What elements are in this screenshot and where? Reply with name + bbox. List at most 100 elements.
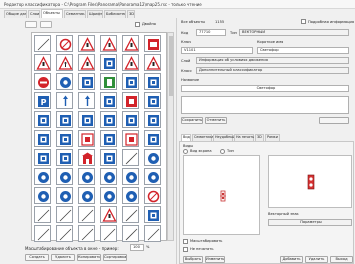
object-cell[interactable] xyxy=(56,187,73,204)
create-button[interactable]: Создать xyxy=(25,254,49,261)
object-cell[interactable] xyxy=(34,187,51,204)
object-cell[interactable] xyxy=(78,225,95,242)
subtab-frames[interactable]: Рамки xyxy=(265,134,280,141)
double-checkbox[interactable] xyxy=(135,22,140,27)
object-cell[interactable] xyxy=(122,92,139,109)
object-cell[interactable] xyxy=(122,35,139,52)
object-cell[interactable] xyxy=(56,111,73,128)
object-cell[interactable] xyxy=(122,225,139,242)
tab-layers[interactable]: Слои xyxy=(28,10,40,18)
object-cell[interactable] xyxy=(56,54,73,71)
tab-semantics[interactable]: Семантика xyxy=(64,10,86,18)
object-cell[interactable] xyxy=(100,73,117,90)
object-cell[interactable] xyxy=(78,92,95,109)
object-cell[interactable] xyxy=(100,187,117,204)
object-cell[interactable] xyxy=(56,92,73,109)
grid-scrollbar[interactable] xyxy=(167,32,174,241)
subtab-semantics[interactable]: Семантика xyxy=(192,134,214,141)
object-cell[interactable] xyxy=(122,206,139,223)
exit-button[interactable]: Выход xyxy=(330,256,353,263)
short-name-field[interactable]: Светофор xyxy=(257,47,349,54)
vector-params-field[interactable]: Параметры xyxy=(268,219,352,226)
object-cell[interactable] xyxy=(78,73,95,90)
object-cell[interactable] xyxy=(56,225,73,242)
delete-button[interactable]: Удалить xyxy=(51,254,75,261)
object-cell[interactable] xyxy=(78,149,95,166)
object-cell[interactable] xyxy=(34,206,51,223)
object-cell[interactable] xyxy=(56,168,73,185)
scale-checkbox[interactable] xyxy=(183,239,188,244)
object-cell[interactable] xyxy=(144,92,161,109)
scrollbar-thumb[interactable] xyxy=(169,36,173,96)
code-field[interactable]: 77710 xyxy=(196,29,226,36)
object-cell[interactable] xyxy=(144,187,161,204)
tab-libraries[interactable]: Библиотеки xyxy=(104,10,126,18)
object-cell[interactable] xyxy=(122,187,139,204)
object-cell[interactable] xyxy=(144,54,161,71)
object-cell[interactable] xyxy=(78,206,95,223)
link-extra-button[interactable] xyxy=(319,117,349,124)
object-cell[interactable] xyxy=(100,149,117,166)
toolbar-button-1[interactable] xyxy=(25,21,37,28)
object-cell[interactable] xyxy=(100,35,117,52)
type-radio[interactable] xyxy=(220,149,225,154)
edit-button[interactable]: Изменить xyxy=(205,256,225,263)
object-cell[interactable] xyxy=(122,73,139,90)
cancel-link-button[interactable]: Отменить xyxy=(205,117,227,124)
object-cell[interactable] xyxy=(56,35,73,52)
object-cell[interactable] xyxy=(100,54,117,71)
full-name-field[interactable]: Светофор xyxy=(181,85,349,92)
object-cell[interactable] xyxy=(34,54,51,71)
object-cell[interactable] xyxy=(78,111,95,128)
object-cell[interactable] xyxy=(100,168,117,185)
object-cell[interactable] xyxy=(34,130,51,147)
toolbar-button-2[interactable] xyxy=(40,21,52,28)
object-cell[interactable] xyxy=(100,130,117,147)
object-cell[interactable] xyxy=(100,206,117,223)
object-cell[interactable] xyxy=(100,111,117,128)
extra-info-field[interactable] xyxy=(181,96,349,114)
type-select[interactable]: ВЕКТОРНЫЙ xyxy=(239,29,349,36)
object-cell[interactable] xyxy=(144,130,161,147)
subtab-print[interactable]: На печать xyxy=(234,134,254,141)
tab-objects[interactable]: Объекты xyxy=(41,9,63,18)
object-cell[interactable]: P xyxy=(34,92,51,109)
object-cell[interactable] xyxy=(122,149,139,166)
tab-general[interactable]: Общие данные xyxy=(4,10,27,18)
remove-button[interactable]: Удалить xyxy=(305,256,328,263)
object-cell[interactable] xyxy=(122,111,139,128)
subtab-3d[interactable]: 3D xyxy=(255,134,264,141)
object-cell[interactable] xyxy=(144,168,161,185)
object-cell[interactable] xyxy=(122,130,139,147)
object-cell[interactable] xyxy=(100,92,117,109)
object-cell[interactable] xyxy=(100,225,117,242)
choose-button[interactable]: Выбрать xyxy=(183,256,203,263)
sort-button[interactable]: Сортировка xyxy=(103,254,127,261)
scale-input[interactable]: 100 xyxy=(130,244,144,251)
object-cell[interactable] xyxy=(78,35,95,52)
screen-view-radio[interactable] xyxy=(183,149,188,154)
tab-fonts[interactable]: Шрифты xyxy=(87,10,103,18)
object-cell[interactable] xyxy=(78,54,95,71)
object-cell[interactable] xyxy=(56,206,73,223)
save-link-button[interactable]: Сохранить xyxy=(181,117,203,124)
object-cell[interactable] xyxy=(34,73,51,90)
object-cell[interactable] xyxy=(144,73,161,90)
class-select[interactable]: Дополнительный классификатор xyxy=(196,67,349,74)
object-cell[interactable] xyxy=(34,168,51,185)
detail-info-checkbox[interactable] xyxy=(301,19,306,24)
object-cell[interactable] xyxy=(56,73,73,90)
object-cell[interactable] xyxy=(144,111,161,128)
copy-button[interactable]: Копировать xyxy=(77,254,101,261)
object-cell[interactable] xyxy=(78,187,95,204)
no-print-checkbox[interactable] xyxy=(183,247,188,252)
subtab-view[interactable]: Вид xyxy=(181,134,191,141)
add-button[interactable]: Добавить xyxy=(280,256,303,263)
object-cell[interactable] xyxy=(34,225,51,242)
object-cell[interactable] xyxy=(56,149,73,166)
subtab-other[interactable]: Неудобный xyxy=(213,134,235,141)
object-cell[interactable] xyxy=(144,35,161,52)
tab-3d[interactable]: 3D xyxy=(127,10,135,18)
key-field[interactable]: V1101 xyxy=(181,47,253,54)
object-cell[interactable] xyxy=(78,168,95,185)
